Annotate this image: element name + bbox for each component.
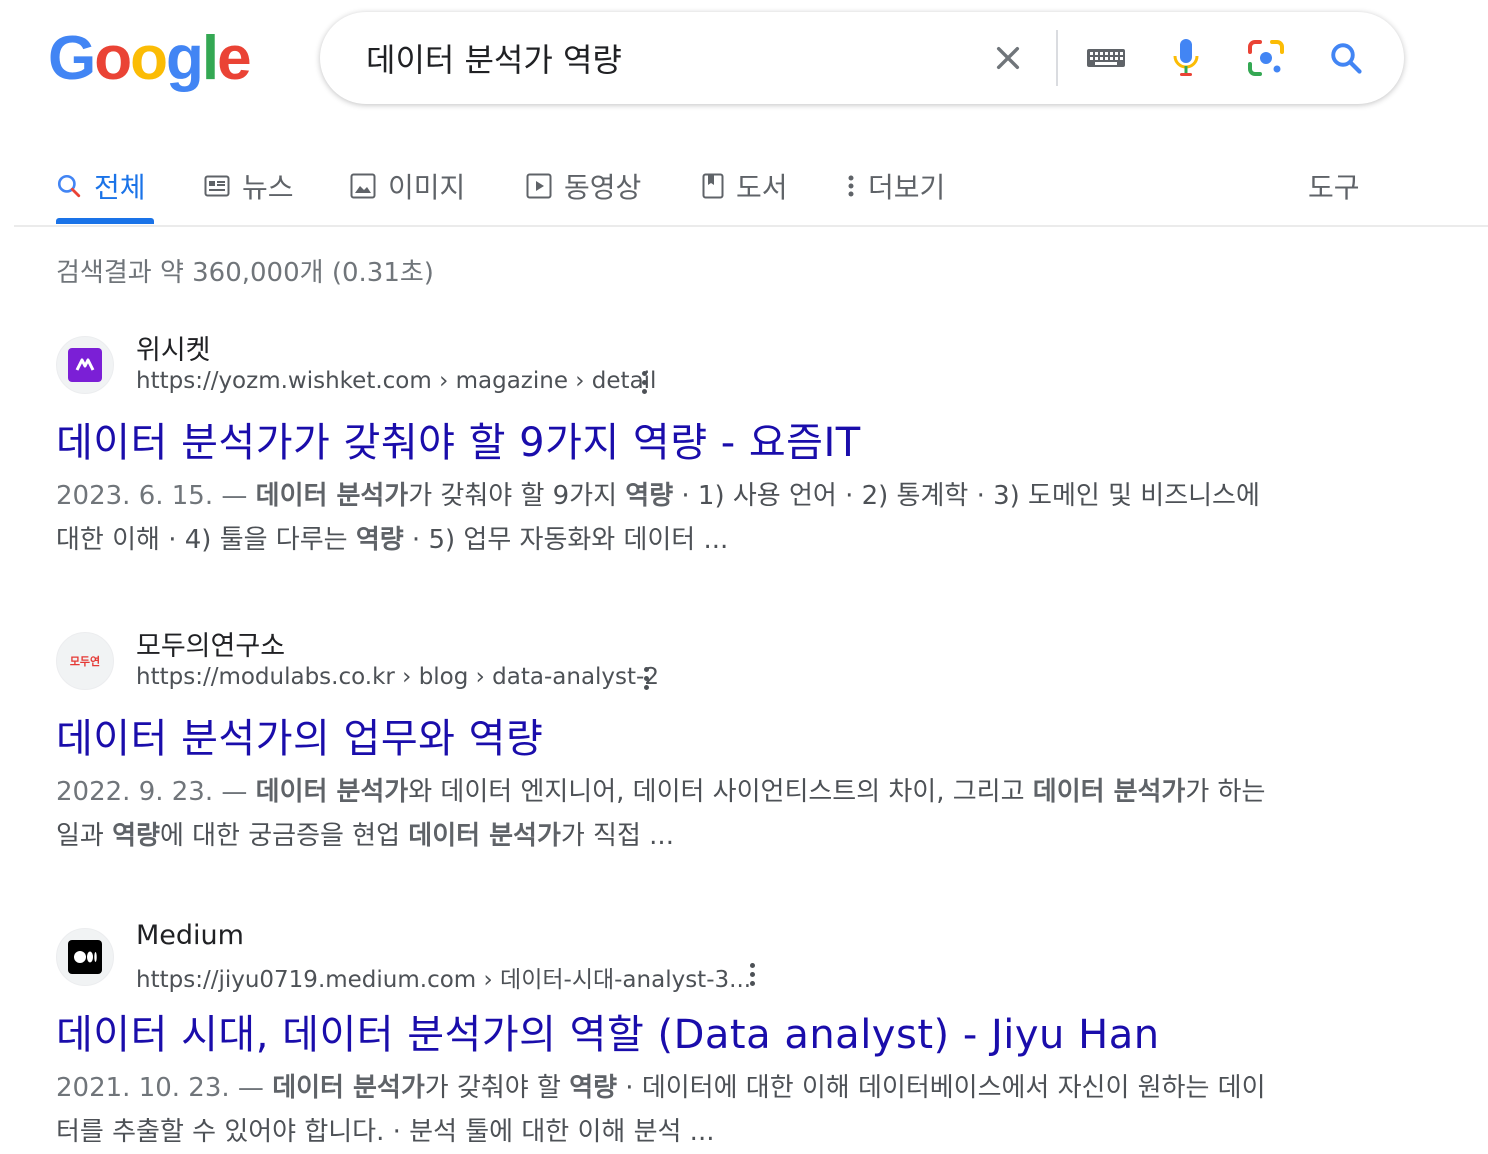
dot [749,971,755,977]
snippet-text: 역량 [355,525,404,555]
tab-all[interactable]: 전체 [56,160,146,212]
active-tab-indicator [56,218,154,224]
tab-label: 뉴스 [242,171,294,204]
site-url[interactable]: https://yozm.wishket.com › magazine › de… [136,368,656,394]
google-logo[interactable]: Google [48,24,252,93]
close-icon [996,46,1020,70]
wishket-logo-icon [68,348,102,382]
lens-search-button[interactable] [1244,36,1288,80]
result-title-link[interactable]: 데이터 분석가의 업무와 역량 [56,706,543,764]
search-divider [1056,30,1058,86]
snippet-text: 데이터 분석가 [1032,777,1186,807]
site-name[interactable]: Medium [136,920,244,951]
result-snippet: 2022. 9. 23. — 데이터 분석가와 데이터 엔지니어, 데이터 사이… [56,770,1276,858]
tab-label: 도서 [736,171,788,204]
logo-letter: g [165,24,204,93]
site-favicon[interactable]: 모두연 [56,632,114,690]
tab-label: 더보기 [868,171,946,204]
snippet-text: 역량 [569,1073,618,1103]
clear-button[interactable] [986,36,1030,80]
logo-letter: G [48,24,96,93]
snippet-text: 역량 [625,481,674,511]
search-icon [1331,43,1362,74]
snippet-text: 에 대한 궁금증을 현업 [159,821,409,851]
result-title-link[interactable]: 데이터 분석가가 갖춰야 할 9가지 역량 - 요즘IT [56,410,861,468]
tools-label: 도구 [1308,171,1360,204]
result-snippet: 2021. 10. 23. — 데이터 분석가가 갖춰야 할 역량 · 데이터에… [56,1066,1276,1154]
keyboard-icon [1087,49,1125,67]
site-favicon[interactable] [56,336,114,394]
search-icon [57,174,81,198]
dot [641,370,647,376]
dot [643,684,649,690]
tab-images[interactable]: 이미지 [350,160,465,212]
dot [643,666,649,672]
search-input[interactable] [366,36,966,80]
tab-news[interactable]: 뉴스 [204,160,294,212]
tabs-divider [14,225,1488,227]
snippet-text: 역량 [112,821,160,851]
site-url[interactable]: https://jiyu0719.medium.com › 데이터-시대-ana… [136,960,751,994]
snippet-text: 데이터 분석가 [408,821,561,851]
snippet-text: 데이터 분석가 [255,777,409,807]
modulabs-logo-icon: 모두연 [69,655,101,668]
tools-button[interactable]: 도구 [1308,160,1360,212]
snippet-text: 가 갖춰야 할 9가지 [408,481,626,511]
snippet-text: · 5) 업무 자동화와 데이터 ... [403,525,729,555]
search-tabs: 전체 뉴스 이미지 동영상 도서 더보기 도구 [0,150,1488,226]
snippet-text: 와 데이터 엔지니어, 데이터 사이언티스트의 차이, 그리고 [408,777,1033,807]
tab-books[interactable]: 도서 [702,160,788,212]
dot [643,675,649,681]
result-more-button[interactable] [742,956,762,992]
snippet-text: 데이터 분석가 [255,481,409,511]
book-icon [702,173,724,199]
dot [749,980,755,986]
snippet-text: 데이터 분석가 [272,1073,425,1103]
image-icon [350,173,376,199]
more-vert-icon [848,175,854,197]
site-name[interactable]: 위시켓 [136,328,211,367]
result-date: 2022. 9. 23. — [56,777,256,807]
video-icon [526,173,552,199]
site-url[interactable]: https://modulabs.co.kr › blog › data-ana… [136,664,659,690]
keyboard-button[interactable] [1084,36,1128,80]
result-date: 2023. 6. 15. — [56,481,256,511]
tab-label: 전체 [94,171,146,204]
result-stats: 검색결과 약 360,000개 (0.31초) [56,258,434,288]
snippet-text: 가 갖춰야 할 [424,1073,570,1103]
result-date: 2021. 10. 23. — [56,1073,273,1103]
site-name[interactable]: 모두의연구소 [136,624,285,663]
search-submit-button[interactable] [1324,36,1368,80]
dot [749,962,755,968]
tab-videos[interactable]: 동영상 [526,160,641,212]
result-more-button[interactable] [634,364,654,400]
camera-lens-icon [1248,40,1284,76]
tab-more[interactable]: 더보기 [846,160,945,212]
microphone-icon [1173,39,1199,76]
news-icon [204,175,230,197]
dot [641,388,647,394]
logo-letter: e [217,24,252,93]
medium-logo-icon [68,940,102,974]
logo-letter: l [201,24,219,93]
site-favicon[interactable] [56,928,114,986]
voice-search-button[interactable] [1164,36,1208,80]
logo-letter: o [130,24,168,93]
result-more-button[interactable] [636,660,656,696]
result-title-link[interactable]: 데이터 시대, 데이터 분석가의 역할 (Data analyst) - Jiy… [56,1002,1160,1060]
tab-label: 이미지 [388,171,466,204]
tab-label: 동영상 [564,171,642,204]
dot [641,379,647,385]
result-snippet: 2023. 6. 15. — 데이터 분석가가 갖춰야 할 9가지 역량 · 1… [56,474,1276,562]
snippet-text: 가 직접 ... [560,821,674,851]
search-box [320,12,1404,104]
logo-letter: o [94,24,132,93]
